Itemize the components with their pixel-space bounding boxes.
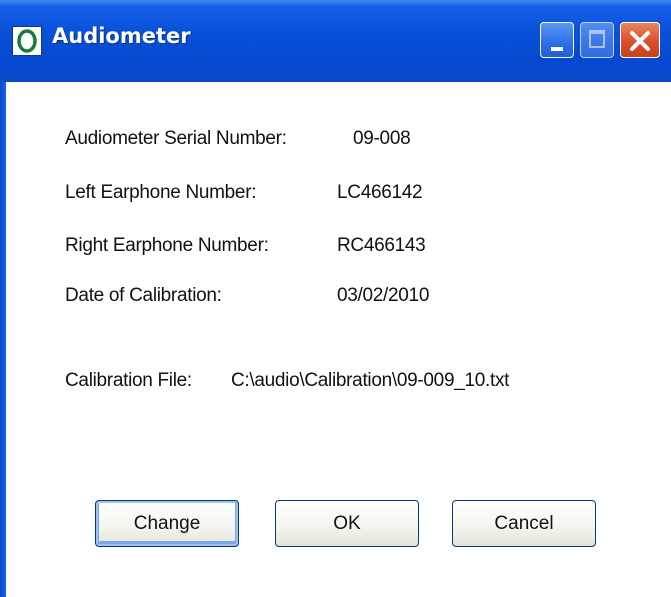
close-button[interactable] xyxy=(620,22,660,58)
close-icon xyxy=(630,31,650,51)
app-icon[interactable] xyxy=(12,26,42,56)
calibration-date-value: 03/02/2010 xyxy=(337,285,430,306)
cancel-button[interactable]: Cancel xyxy=(452,500,596,547)
title-bar[interactable]: Audiometer xyxy=(0,0,671,82)
calibration-file-label: Calibration File: xyxy=(65,370,192,391)
right-earphone-label: Right Earphone Number: xyxy=(65,235,269,256)
serial-number-label: Audiometer Serial Number: xyxy=(65,128,287,149)
audiometer-dialog: Audiometer Audiometer Serial Number: 09-… xyxy=(0,0,671,597)
dialog-client-area: Audiometer Serial Number: 09-008 Left Ea… xyxy=(6,82,671,597)
ok-button[interactable]: OK xyxy=(275,500,419,547)
minimize-button[interactable] xyxy=(540,22,574,58)
calibration-file-value: C:\audio\Calibration\09-009_10.txt xyxy=(231,370,510,391)
serial-number-value: 09-008 xyxy=(353,128,411,149)
left-earphone-value: LC466142 xyxy=(337,182,423,203)
window-title: Audiometer xyxy=(52,24,191,48)
change-button[interactable]: Change xyxy=(95,500,239,547)
left-earphone-label: Left Earphone Number: xyxy=(65,182,257,203)
maximize-button[interactable] xyxy=(580,22,614,58)
right-earphone-value: RC466143 xyxy=(337,235,426,256)
calibration-date-label: Date of Calibration: xyxy=(65,285,222,306)
